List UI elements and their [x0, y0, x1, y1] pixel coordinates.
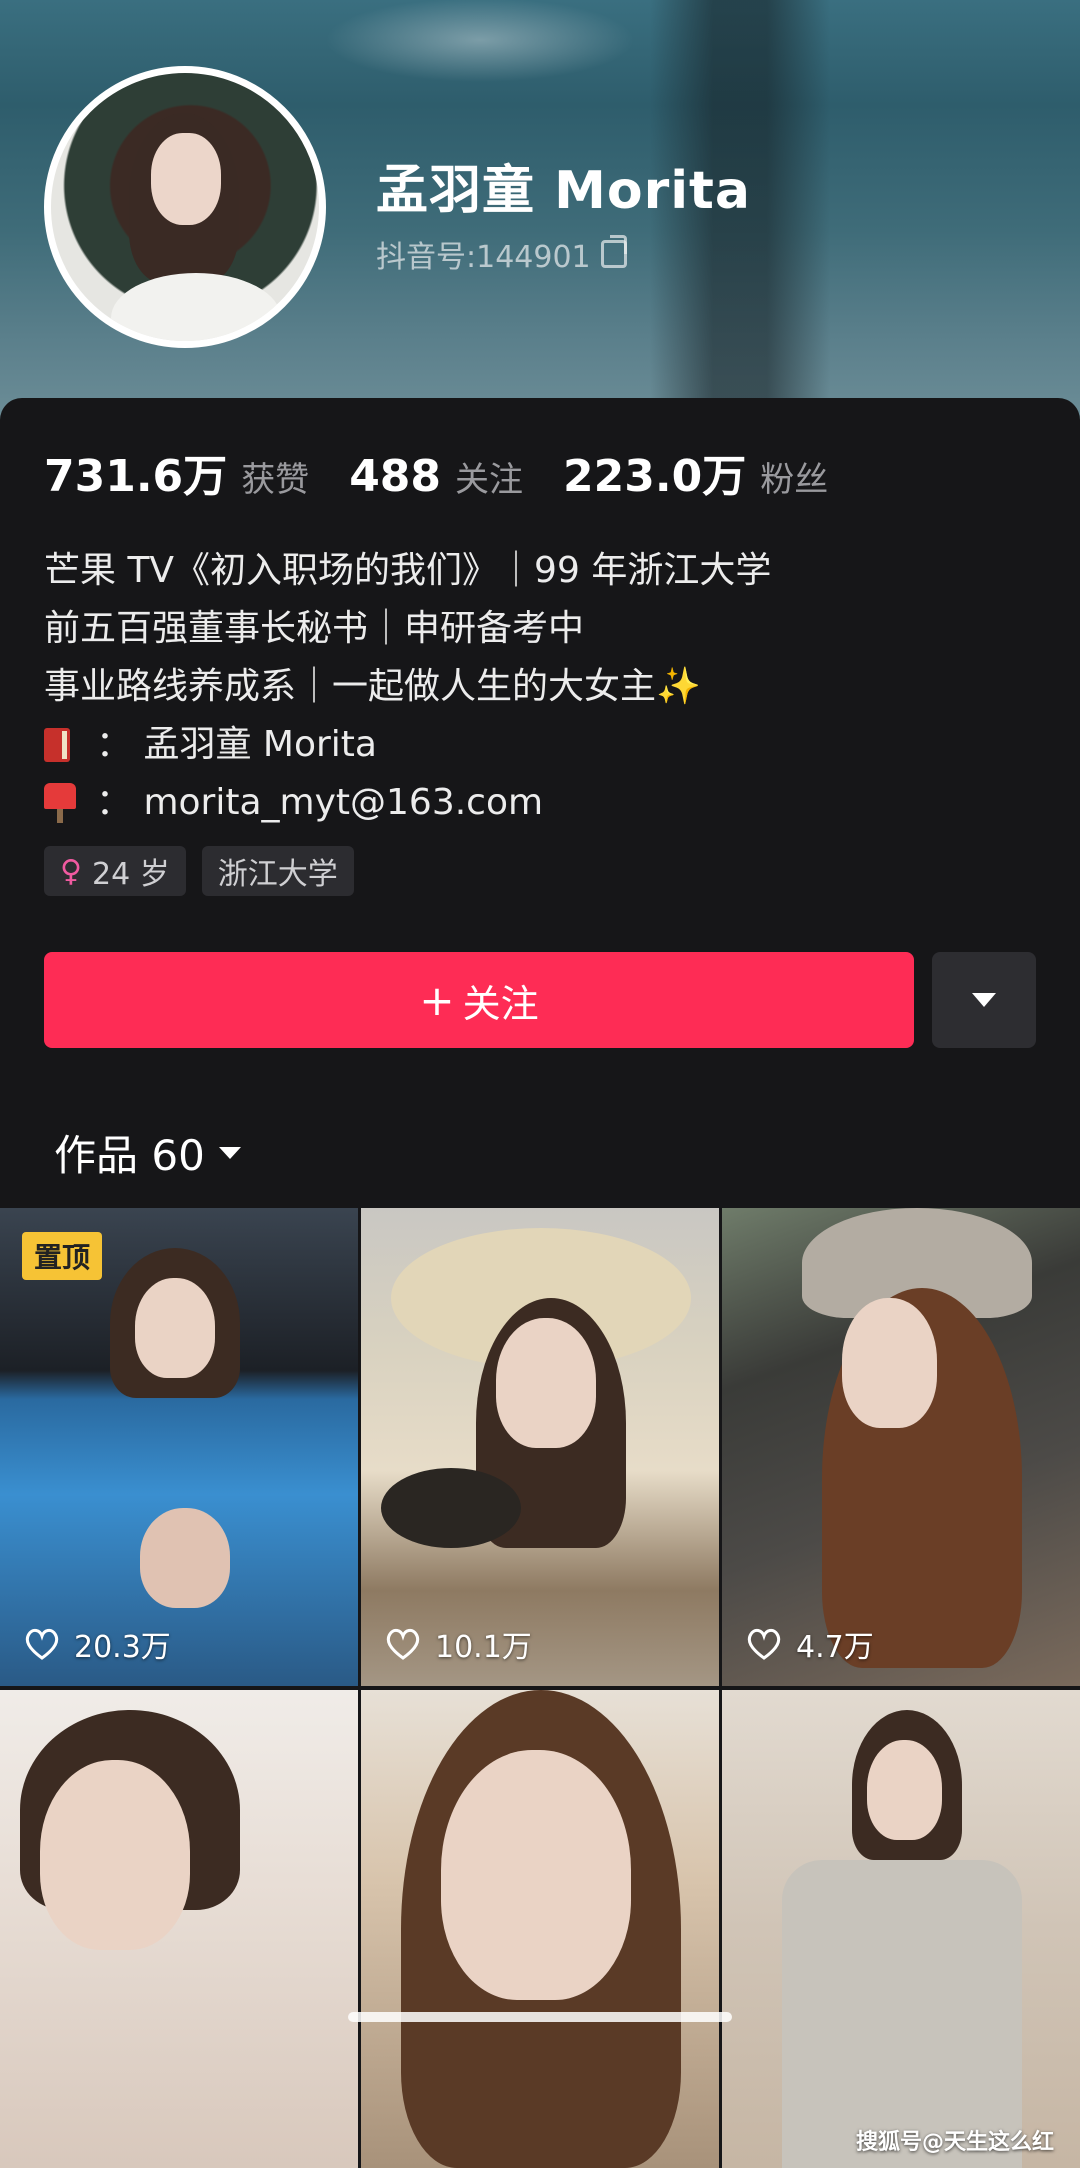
heart-icon [25, 1628, 59, 1660]
avatar-shirt [111, 273, 281, 341]
plus-icon: + [419, 975, 455, 1025]
avatar-face [151, 133, 221, 225]
video-likes-count: 4.7万 [796, 1630, 874, 1665]
chevron-down-icon [218, 1146, 241, 1159]
bio-line-text: 事业路线养成系｜一起做人生的大女主 [44, 666, 657, 707]
tab-works[interactable]: 作品 60 [54, 1122, 241, 1183]
video-likes: 4.7万 [746, 1622, 874, 1666]
book-icon [44, 728, 70, 762]
thumbnail-blazer [782, 1860, 1022, 2168]
mailbox-icon [44, 783, 76, 823]
video-thumbnail[interactable] [361, 1690, 719, 2168]
bio-line: 事业路线养成系｜一起做人生的大女主 ✨ [44, 658, 771, 716]
video-likes: 20.3万 [24, 1622, 171, 1666]
stat-followers-value: 223.0万 [563, 451, 747, 502]
follow-label: 关注 [462, 981, 539, 1026]
more-options-button[interactable] [932, 952, 1036, 1048]
home-indicator[interactable] [348, 2012, 732, 2022]
tag-school[interactable]: 浙江大学 [201, 846, 354, 896]
female-icon: ♀ [60, 853, 82, 889]
heart-icon [747, 1628, 781, 1660]
thumbnail-figure [140, 1508, 230, 1608]
stat-followers[interactable]: 223.0万 粉丝 [563, 440, 828, 504]
video-likes-count: 20.3万 [74, 1630, 171, 1665]
thumbnail-figure [441, 1750, 631, 2000]
thumbnail-figure [842, 1298, 937, 1428]
stat-likes-value: 731.6万 [44, 451, 228, 502]
video-thumbnail[interactable]: 置顶 20.3万 [0, 1208, 358, 1686]
bio-line: 前五百强董事长秘书｜申研备考中 [44, 608, 585, 649]
tab-works-label: 作品 60 [54, 1131, 205, 1180]
douyin-id-text: 抖音号:144901 [376, 240, 591, 275]
watermark: 搜狐号@天生这么红 [855, 2130, 1054, 2155]
profile-name: 孟羽童 Morita [376, 161, 751, 221]
heart-icon [386, 1628, 420, 1660]
video-likes: 10.1万 [385, 1622, 532, 1666]
profile-tags: ♀ 24 岁 浙江大学 [44, 846, 354, 896]
video-thumbnail[interactable]: 搜狐号@天生这么红 [722, 1690, 1080, 2168]
video-thumbnail[interactable] [0, 1690, 358, 2168]
bio-line-text: ： morita_myt@163.com [96, 782, 544, 823]
video-thumbnail[interactable]: 10.1万 [361, 1208, 719, 1686]
video-likes-count: 10.1万 [435, 1630, 532, 1665]
tag-age-text: 24 岁 [91, 857, 170, 892]
stat-following-label: 关注 [455, 460, 524, 500]
bio-line-text: ： 孟羽童 Morita [96, 724, 377, 765]
thumbnail-figure [40, 1760, 190, 1950]
thumbnail-figure [135, 1278, 215, 1378]
stat-likes[interactable]: 731.6万 获赞 [44, 440, 309, 504]
copy-icon[interactable] [600, 235, 627, 268]
stat-followers-label: 粉丝 [760, 460, 829, 500]
follow-button[interactable]: + 关注 [44, 952, 914, 1048]
stat-following[interactable]: 488 关注 [349, 451, 523, 502]
chevron-down-icon [972, 993, 996, 1007]
douyin-id[interactable]: 抖音号:144901 [376, 232, 627, 276]
stat-likes-label: 获赞 [241, 460, 310, 500]
tag-age: ♀ 24 岁 [44, 846, 186, 896]
video-thumbnail[interactable]: 4.7万 [722, 1208, 1080, 1686]
pinned-badge: 置顶 [22, 1232, 103, 1280]
sparkle-icon: ✨ [656, 666, 701, 707]
avatar[interactable] [44, 66, 326, 348]
bio-line: 芒果 TV《初入职场的我们》｜99 年浙江大学 [44, 550, 772, 591]
thumbnail-bowl [381, 1468, 521, 1548]
bio-line: ： morita_myt@163.com [44, 774, 771, 832]
thumbnail-figure [496, 1318, 596, 1448]
video-grid: 置顶 20.3万 10.1万 4.7万 搜狐号@天生这么红 [0, 1208, 1080, 2168]
stats-row: 731.6万 获赞 488 关注 223.0万 粉丝 [44, 440, 868, 504]
thumbnail-figure [867, 1740, 942, 1840]
stat-following-value: 488 [349, 451, 442, 502]
bio: 芒果 TV《初入职场的我们》｜99 年浙江大学 前五百强董事长秘书｜申研备考中 … [44, 542, 771, 832]
bio-line: ： 孟羽童 Morita [44, 716, 771, 774]
